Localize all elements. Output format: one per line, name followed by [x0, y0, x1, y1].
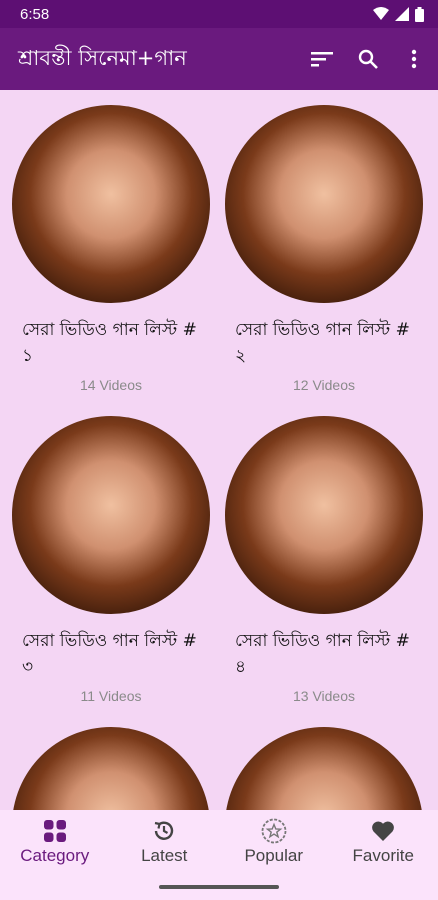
category-title: সেরা ভিডিও গান লিস্ট # ২ — [235, 320, 410, 366]
category-card[interactable] — [0, 727, 210, 810]
category-thumbnail — [12, 727, 210, 810]
nav-favorite-label: Favorite — [352, 845, 414, 865]
category-card[interactable]: সেরা ভিডিও গান লিস্ট # ৪ 13 Videos — [213, 416, 423, 704]
search-button[interactable] — [352, 43, 384, 75]
search-icon — [358, 49, 378, 69]
nav-popular[interactable]: Popular — [219, 810, 329, 874]
nav-latest[interactable]: Latest — [110, 810, 220, 874]
category-grid: সেরা ভিডিও গান লিস্ট # ১ 14 Videos সেরা … — [0, 90, 438, 810]
category-video-count: 14 Videos — [79, 377, 142, 393]
category-thumbnail — [12, 416, 210, 614]
category-thumbnail — [12, 105, 210, 303]
category-thumbnail — [225, 105, 423, 303]
category-video-count: 12 Videos — [292, 377, 355, 393]
category-video-count: 13 Videos — [292, 688, 355, 704]
wifi-icon — [373, 7, 389, 20]
app-bar-actions — [306, 43, 430, 75]
gesture-area — [0, 874, 438, 900]
star-badge-icon — [261, 818, 287, 843]
clock-icon — [155, 821, 174, 840]
app-title: শ্রাবন্তী সিনেমা+গান — [18, 45, 187, 70]
status-icons — [373, 6, 424, 22]
status-bar: 6:58 — [0, 0, 438, 28]
category-thumbnail — [225, 416, 423, 614]
nav-latest-label: Latest — [141, 845, 188, 865]
heart-icon — [372, 821, 395, 841]
home-gesture-bar[interactable] — [159, 885, 279, 889]
category-title: সেরা ভিডিও গান লিস্ট # ৩ — [22, 631, 197, 677]
grid-icon — [43, 819, 66, 842]
category-card[interactable]: সেরা ভিডিও গান লিস্ট # ৩ 11 Videos — [0, 416, 210, 704]
more-vert-icon — [411, 49, 417, 69]
nav-category-label: Category — [20, 845, 90, 865]
nav-favorite[interactable]: Favorite — [329, 810, 438, 874]
category-video-count: 11 Videos — [80, 688, 142, 704]
battery-icon — [415, 6, 424, 22]
sort-icon — [311, 52, 333, 67]
category-title: সেরা ভিডিও গান লিস্ট # ৪ — [235, 631, 410, 677]
category-card[interactable]: সেরা ভিডিও গান লিস্ট # ১ 14 Videos — [0, 105, 210, 393]
more-options-button[interactable] — [398, 43, 430, 75]
nav-popular-label: Popular — [244, 845, 304, 865]
status-time: 6:58 — [20, 5, 50, 23]
sort-button[interactable] — [306, 43, 338, 75]
category-thumbnail — [225, 727, 423, 810]
category-title: সেরা ভিডিও গান লিস্ট # ১ — [22, 320, 197, 366]
signal-icon — [395, 7, 409, 21]
app-bar: শ্রাবন্তী সিনেমা+গান — [0, 28, 438, 90]
category-card[interactable]: সেরা ভিডিও গান লিস্ট # ২ 12 Videos — [213, 105, 423, 393]
bottom-navigation: Category Latest Popular Favorite — [0, 810, 438, 874]
category-card[interactable] — [213, 727, 423, 810]
nav-category[interactable]: Category — [0, 810, 110, 874]
